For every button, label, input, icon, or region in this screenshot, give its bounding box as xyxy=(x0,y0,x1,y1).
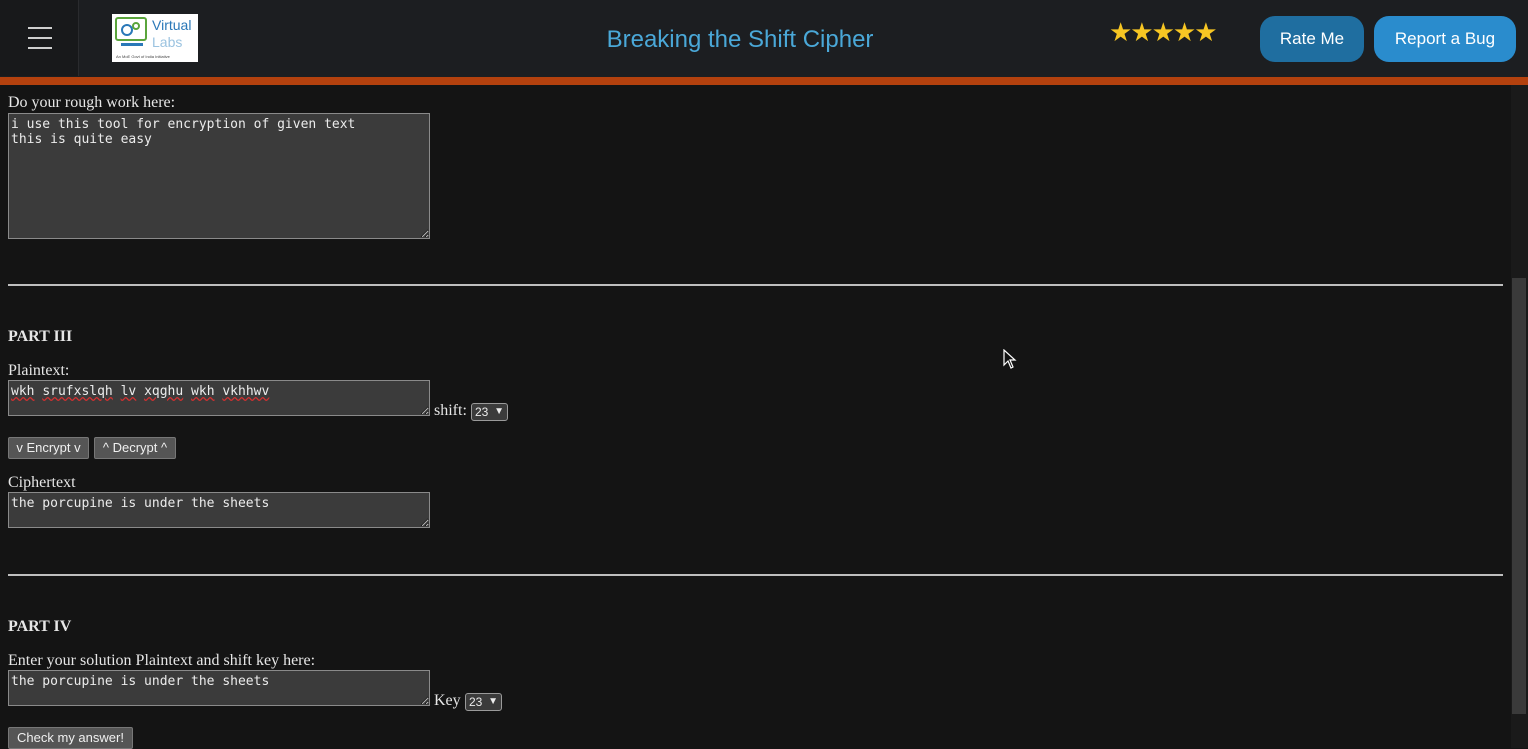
flask-icon xyxy=(115,17,147,46)
chevron-down-icon: ▼ xyxy=(494,406,504,417)
rough-work-textarea[interactable]: i use this tool for encryption of given … xyxy=(8,113,430,239)
key-value: 23 xyxy=(469,695,483,709)
header-accent-bar xyxy=(0,77,1528,85)
scrollbar-thumb[interactable] xyxy=(1512,278,1526,714)
solution-textarea[interactable]: the porcupine is under the sheets xyxy=(8,670,430,706)
ciphertext-label: Ciphertext xyxy=(8,474,76,491)
ciphertext-textarea[interactable]: the porcupine is under the sheets xyxy=(8,492,430,528)
key-label: Key xyxy=(434,692,461,709)
key-select[interactable]: 23 ▼ xyxy=(465,693,502,711)
check-answer-button[interactable]: Check my answer! xyxy=(8,727,133,749)
part-iv-heading: PART IV xyxy=(8,618,72,635)
menu-icon-bar xyxy=(28,37,52,39)
solution-prompt-label: Enter your solution Plaintext and shift … xyxy=(8,652,316,669)
report-bug-button[interactable]: Report a Bug xyxy=(1374,16,1516,62)
plaintext-word: wkh xyxy=(191,384,215,399)
part-iii-heading: PART III xyxy=(8,328,73,345)
menu-icon-bar xyxy=(28,27,52,29)
shift-label: shift: xyxy=(434,402,467,419)
plaintext-textarea[interactable]: wkh srufxslqh lv xqghu wkh vkhhwv xyxy=(8,380,430,416)
rate-me-button[interactable]: Rate Me xyxy=(1260,16,1364,62)
rating-stars-icon[interactable]: ★★★★★ xyxy=(1109,18,1218,48)
logo-tagline: An MoE Govt of India Initiative xyxy=(116,54,170,59)
chevron-down-icon: ▼ xyxy=(488,696,498,707)
section-divider xyxy=(8,574,1503,576)
section-divider xyxy=(8,284,1503,286)
shift-value: 23 xyxy=(475,405,489,419)
mouse-cursor-icon xyxy=(1003,349,1017,369)
plaintext-word: srufxslqh xyxy=(42,384,113,399)
plaintext-word: lv xyxy=(120,384,137,399)
virtual-labs-logo[interactable]: Virtual Labs An MoE Govt of India Initia… xyxy=(112,14,198,62)
rough-work-label: Do your rough work here: xyxy=(8,94,176,111)
encrypt-button[interactable]: v Encrypt v xyxy=(8,437,89,459)
menu-icon-bar xyxy=(28,47,52,49)
plaintext-word: wkh xyxy=(11,384,35,399)
hamburger-menu-button[interactable] xyxy=(0,0,79,76)
plaintext-word: vkhhwv xyxy=(222,384,270,399)
logo-text: Virtual xyxy=(152,17,192,33)
shift-select[interactable]: 23 ▼ xyxy=(471,403,508,421)
logo-text: Labs xyxy=(152,34,183,50)
decrypt-button[interactable]: ^ Decrypt ^ xyxy=(94,437,176,459)
plaintext-word: xqghu xyxy=(144,384,184,399)
page-title: Breaking the Shift Cipher xyxy=(606,26,874,53)
plaintext-label: Plaintext: xyxy=(8,362,70,379)
